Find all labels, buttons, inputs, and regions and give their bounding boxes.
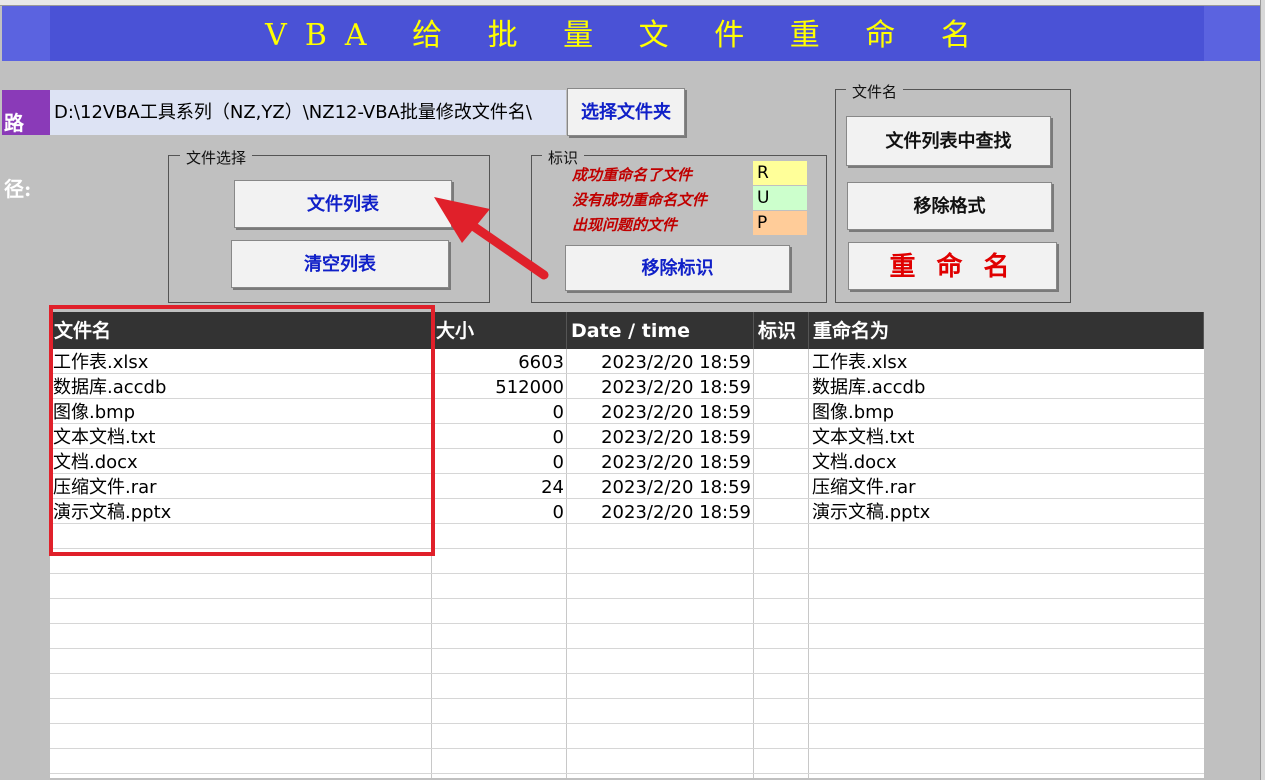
table-cell[interactable]: 文本文档.txt bbox=[812, 425, 1201, 450]
table-cell[interactable]: 演示文稿.pptx bbox=[812, 500, 1201, 525]
table-row[interactable] bbox=[50, 599, 1204, 624]
path-label: 路径: bbox=[2, 90, 50, 201]
table-row[interactable] bbox=[50, 699, 1204, 724]
window-edge bbox=[1260, 0, 1265, 780]
path-input[interactable]: D:\12VBA工具系列（NZ,YZ）\NZ12-VBA批量修改文件名\ bbox=[50, 90, 566, 135]
rename-button[interactable]: 重 命 名 bbox=[848, 242, 1057, 290]
remove-format-button[interactable]: 移除格式 bbox=[847, 182, 1052, 230]
file-name-group-title: 文件名 bbox=[846, 81, 904, 102]
legend-label-not-renamed: 没有成功重命名文件 bbox=[572, 191, 708, 209]
pointer-arrow-icon bbox=[434, 197, 549, 280]
table-cell[interactable]: 2023/2/20 18:59 bbox=[570, 400, 751, 425]
legend-label-renamed: 成功重命名了文件 bbox=[572, 166, 693, 184]
table-cell[interactable]: 数据库.accdb bbox=[812, 375, 1201, 400]
column-header-datetime[interactable]: Date / time bbox=[567, 312, 754, 349]
find-in-list-button[interactable]: 文件列表中查找 bbox=[846, 116, 1051, 166]
table-cell[interactable]: 文档.docx bbox=[812, 450, 1201, 475]
table-cell[interactable]: 512000 bbox=[435, 375, 564, 400]
file-select-group-title: 文件选择 bbox=[180, 147, 253, 168]
clear-list-button[interactable]: 清空列表 bbox=[231, 240, 449, 288]
table-cell[interactable]: 2023/2/20 18:59 bbox=[570, 475, 751, 500]
table-cell[interactable]: 2023/2/20 18:59 bbox=[570, 450, 751, 475]
table-row[interactable] bbox=[50, 724, 1204, 749]
table-cell[interactable]: 2023/2/20 18:59 bbox=[570, 350, 751, 375]
column-header-mark[interactable]: 标识 bbox=[754, 312, 809, 349]
table-row[interactable] bbox=[50, 574, 1204, 599]
table-cell[interactable]: 图像.bmp bbox=[812, 400, 1201, 425]
table-cell[interactable]: 压缩文件.rar bbox=[812, 475, 1201, 500]
table-cell[interactable]: 工作表.xlsx bbox=[812, 350, 1201, 375]
table-row[interactable] bbox=[50, 749, 1204, 774]
page-title: VBA 给 批 量 文 件 重 命 名 bbox=[265, 18, 989, 53]
table-cell[interactable]: 24 bbox=[435, 475, 564, 500]
table-cell[interactable]: 0 bbox=[435, 450, 564, 475]
table-row[interactable] bbox=[50, 624, 1204, 649]
table-cell[interactable]: 2023/2/20 18:59 bbox=[570, 425, 751, 450]
highlight-box bbox=[49, 305, 435, 556]
table-cell[interactable]: 0 bbox=[435, 425, 564, 450]
select-folder-button[interactable]: 选择文件夹 bbox=[567, 88, 685, 136]
table-cell[interactable]: 2023/2/20 18:59 bbox=[570, 375, 751, 400]
legend-code-r: R bbox=[753, 161, 807, 185]
legend-code-u: U bbox=[753, 186, 807, 210]
column-header-size[interactable]: 大小 bbox=[432, 312, 567, 349]
table-cell[interactable]: 0 bbox=[435, 400, 564, 425]
remove-mark-button[interactable]: 移除标识 bbox=[565, 245, 790, 291]
column-header-rename-to[interactable]: 重命名为 bbox=[809, 312, 1204, 349]
legend-code-p: P bbox=[753, 211, 807, 235]
table-cell[interactable]: 2023/2/20 18:59 bbox=[570, 500, 751, 525]
table-row[interactable] bbox=[50, 674, 1204, 699]
table-cell[interactable]: 0 bbox=[435, 500, 564, 525]
table-cell[interactable]: 6603 bbox=[435, 350, 564, 375]
table-row[interactable] bbox=[50, 649, 1204, 674]
legend-label-problem: 出现问题的文件 bbox=[572, 216, 678, 234]
